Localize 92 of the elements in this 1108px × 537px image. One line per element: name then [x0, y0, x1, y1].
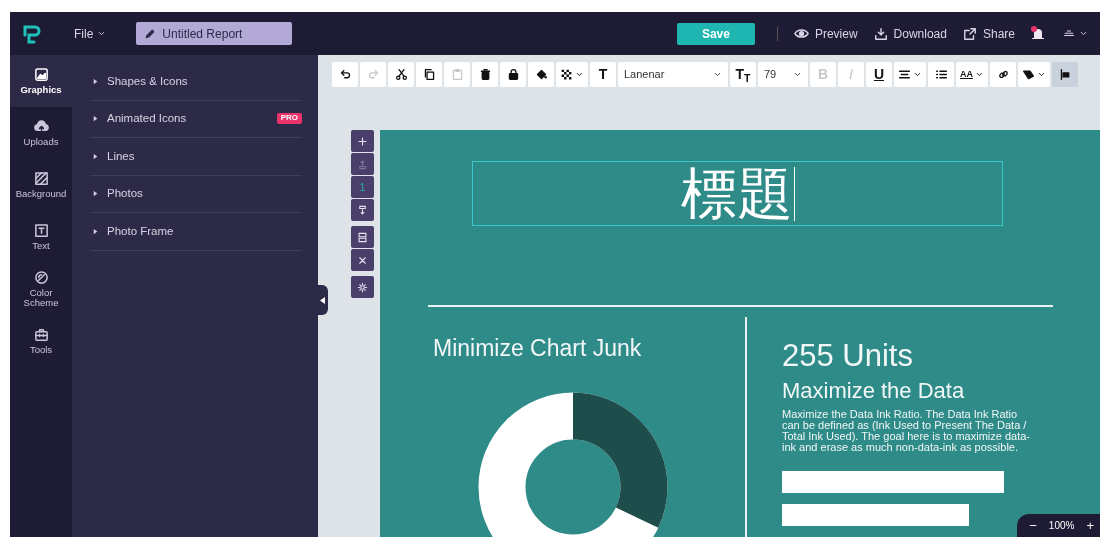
share-icon: [962, 26, 977, 41]
plus-icon: [357, 135, 368, 147]
download-button[interactable]: Download: [873, 24, 947, 43]
caret-icon: [793, 70, 802, 79]
duplicate-icon: [357, 231, 368, 243]
sidebar-tab[interactable]: Graphics: [10, 55, 72, 107]
triangle-right-icon: [92, 227, 99, 235]
preview-button[interactable]: Preview: [793, 24, 858, 43]
triangle-right-icon: [92, 190, 99, 198]
format-button[interactable]: U: [866, 62, 892, 87]
stat-value: 255 Units: [782, 339, 914, 374]
image-icon: [33, 67, 49, 82]
category-item[interactable]: Photo Frame: [90, 213, 302, 251]
triangle-right-icon: [92, 152, 99, 160]
document-title-field[interactable]: Untitled Report: [136, 22, 293, 45]
sidebar-tab[interactable]: Text: [10, 211, 72, 263]
copy-icon: [422, 68, 436, 81]
trash-icon: [478, 68, 492, 81]
sidebar-tab[interactable]: Tools: [10, 315, 72, 367]
title-text: 標題: [680, 165, 793, 222]
checkerboard-icon: [560, 68, 573, 81]
move-up-icon: [357, 158, 368, 170]
scissors-icon: [394, 68, 408, 81]
triangle-left-icon: [319, 296, 325, 304]
close-icon: [357, 254, 368, 266]
plus-button[interactable]: [351, 130, 374, 152]
chart-heading: Minimize Chart Junk: [433, 334, 643, 363]
position-icon: [1058, 68, 1072, 81]
move-down-button[interactable]: [351, 199, 374, 221]
paint-bucket-button[interactable]: [528, 62, 554, 87]
download-icon: [873, 26, 888, 41]
toolbox-icon: [33, 327, 49, 342]
move-down-icon: [357, 204, 368, 216]
bullet-list-button[interactable]: [928, 62, 954, 87]
font-size-select[interactable]: 79: [758, 62, 808, 87]
description-text: Maximize the Data Ink Ratio. The Data Ink Ratio can be defined as (Ink Used to Present The Data / Total Ink Used). The goal here is to maximize data-ink and erase as much non-data-ink as possible.: [782, 409, 1032, 454]
page-number[interactable]: 1: [351, 176, 374, 198]
cloud-icon: [33, 119, 49, 134]
file-menu[interactable]: File: [72, 22, 109, 45]
category-item[interactable]: Lines: [90, 138, 302, 176]
paste-icon: [450, 68, 464, 81]
share-button[interactable]: Share: [962, 24, 1015, 43]
zoom-out-button[interactable]: −: [1029, 519, 1037, 532]
bell-icon[interactable]: [1031, 25, 1045, 42]
hatched-square-icon: [33, 171, 49, 186]
zoom-level: 100%: [1048, 519, 1075, 533]
format-button[interactable]: T: [590, 62, 616, 87]
undo-icon: [338, 68, 352, 81]
duplicate-button[interactable]: [351, 226, 374, 248]
triangle-right-icon: [92, 77, 99, 85]
pro-tag: PRO: [276, 113, 302, 125]
section-heading: Maximize the Data: [782, 379, 966, 404]
page-canvas[interactable]: [380, 130, 1100, 537]
pencil-icon: [144, 28, 157, 40]
position-button[interactable]: [1052, 62, 1078, 87]
close-button[interactable]: [351, 249, 374, 271]
caret-icon: [97, 29, 107, 38]
shape-button[interactable]: [1018, 62, 1050, 87]
zoom-in-button[interactable]: +: [1086, 519, 1094, 532]
title-text-box[interactable]: 標題: [473, 162, 1002, 225]
category-item[interactable]: Photos: [90, 175, 302, 213]
format-button[interactable]: T$_{T}$: [730, 62, 756, 87]
eye-icon: [793, 26, 809, 41]
redo-icon: [366, 68, 380, 81]
format-button[interactable]: AA: [956, 62, 988, 87]
collapse-panel-button[interactable]: [316, 285, 328, 315]
sidebar-tab[interactable]: Color Scheme: [10, 263, 72, 315]
bullet-list-icon: [934, 68, 948, 81]
link-button[interactable]: [990, 62, 1016, 87]
triangle-right-icon: [92, 115, 99, 123]
caret-icon: [1079, 29, 1088, 38]
align-center-icon: [898, 68, 911, 81]
undo-button[interactable]: [332, 62, 358, 87]
align-center-button[interactable]: [894, 62, 926, 87]
trash-button[interactable]: [472, 62, 498, 87]
link-icon: [996, 68, 1010, 81]
checkerboard-button[interactable]: [556, 62, 588, 87]
caret-icon: [713, 70, 722, 79]
font-select[interactable]: Lanenar: [618, 62, 728, 87]
sidebar-tab[interactable]: Background: [10, 159, 72, 211]
lock-button[interactable]: [500, 62, 526, 87]
category-item[interactable]: Animated Icons PRO: [90, 100, 302, 138]
lock-icon: [506, 68, 520, 81]
scissors-button[interactable]: [388, 62, 414, 87]
sidebar-tab[interactable]: Uploads: [10, 107, 72, 159]
copy-button[interactable]: [416, 62, 442, 87]
shape-icon: [1022, 68, 1035, 81]
category-item[interactable]: Shapes & Icons: [90, 63, 302, 101]
paint-bucket-icon: [534, 68, 548, 81]
settings-icon: [357, 281, 368, 293]
text-box-icon: [33, 223, 49, 238]
settings-button[interactable]: [351, 276, 374, 298]
